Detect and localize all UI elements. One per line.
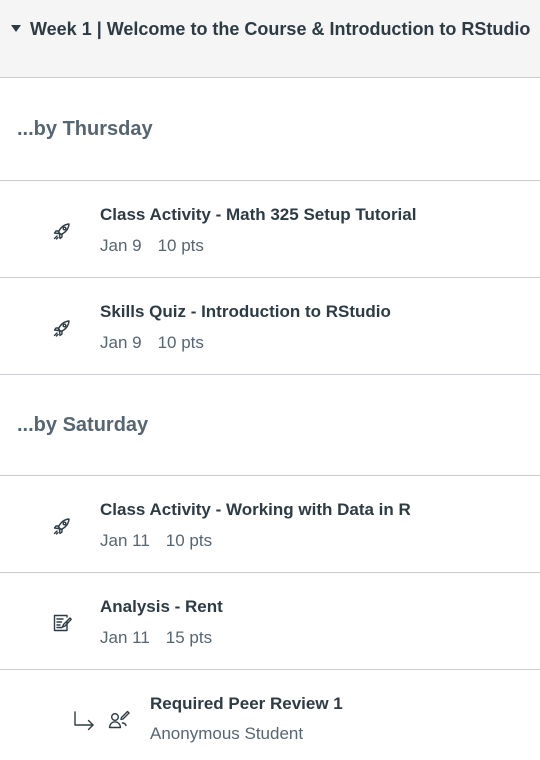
module-item[interactable]: Analysis - Rent Jan 11 15 pts [0, 573, 540, 670]
subheader-thursday: ...by Thursday [0, 78, 540, 181]
collapse-caret-icon[interactable] [2, 18, 30, 40]
peer-review-icon [108, 710, 130, 729]
item-title[interactable]: Class Activity - Working with Data in R [100, 500, 411, 520]
item-title[interactable]: Analysis - Rent [100, 597, 223, 617]
peer-review-title[interactable]: Required Peer Review 1 [150, 694, 343, 714]
module-header: Week 1 | Welcome to the Course & Introdu… [0, 0, 540, 78]
item-title[interactable]: Class Activity - Math 325 Setup Tutorial [100, 205, 416, 225]
subheader-label: ...by Saturday [17, 413, 149, 436]
subheader-label: ...by Thursday [17, 117, 153, 140]
item-points: 10 pts [157, 236, 204, 255]
item-due-date: Jan 9 [100, 333, 142, 352]
subheader-saturday: ...by Saturday [0, 375, 540, 476]
item-points: 15 pts [165, 628, 213, 647]
item-meta: Jan 9 10 pts [100, 236, 204, 256]
item-meta: Jan 11 10 pts [100, 531, 212, 551]
assignment-icon [53, 614, 72, 632]
item-title[interactable]: Skills Quiz - Introduction to RStudio [100, 302, 391, 322]
rocket-icon [53, 518, 70, 535]
module-title: Week 1 | Welcome to the Course & Introdu… [30, 19, 531, 39]
item-meta: Jan 9 10 pts [100, 333, 204, 353]
item-due-date: Jan 11 [100, 531, 150, 550]
peer-review-subtitle: Anonymous Student [150, 724, 304, 743]
rocket-icon [53, 223, 70, 240]
module-item[interactable]: Class Activity - Working with Data in R … [0, 476, 540, 573]
item-points: 10 pts [165, 531, 213, 550]
item-due-date: Jan 11 [100, 628, 150, 647]
item-points: 10 pts [157, 333, 204, 352]
module-item[interactable]: Class Activity - Math 325 Setup Tutorial… [0, 181, 540, 278]
rocket-icon [53, 320, 70, 337]
item-meta: Jan 11 15 pts [100, 628, 212, 648]
item-due-date: Jan 9 [100, 236, 142, 255]
return-arrow-icon [74, 711, 94, 731]
module-item[interactable]: Skills Quiz - Introduction to RStudio Ja… [0, 278, 540, 375]
peer-review-item[interactable]: Required Peer Review 1 Anonymous Student [0, 670, 540, 760]
